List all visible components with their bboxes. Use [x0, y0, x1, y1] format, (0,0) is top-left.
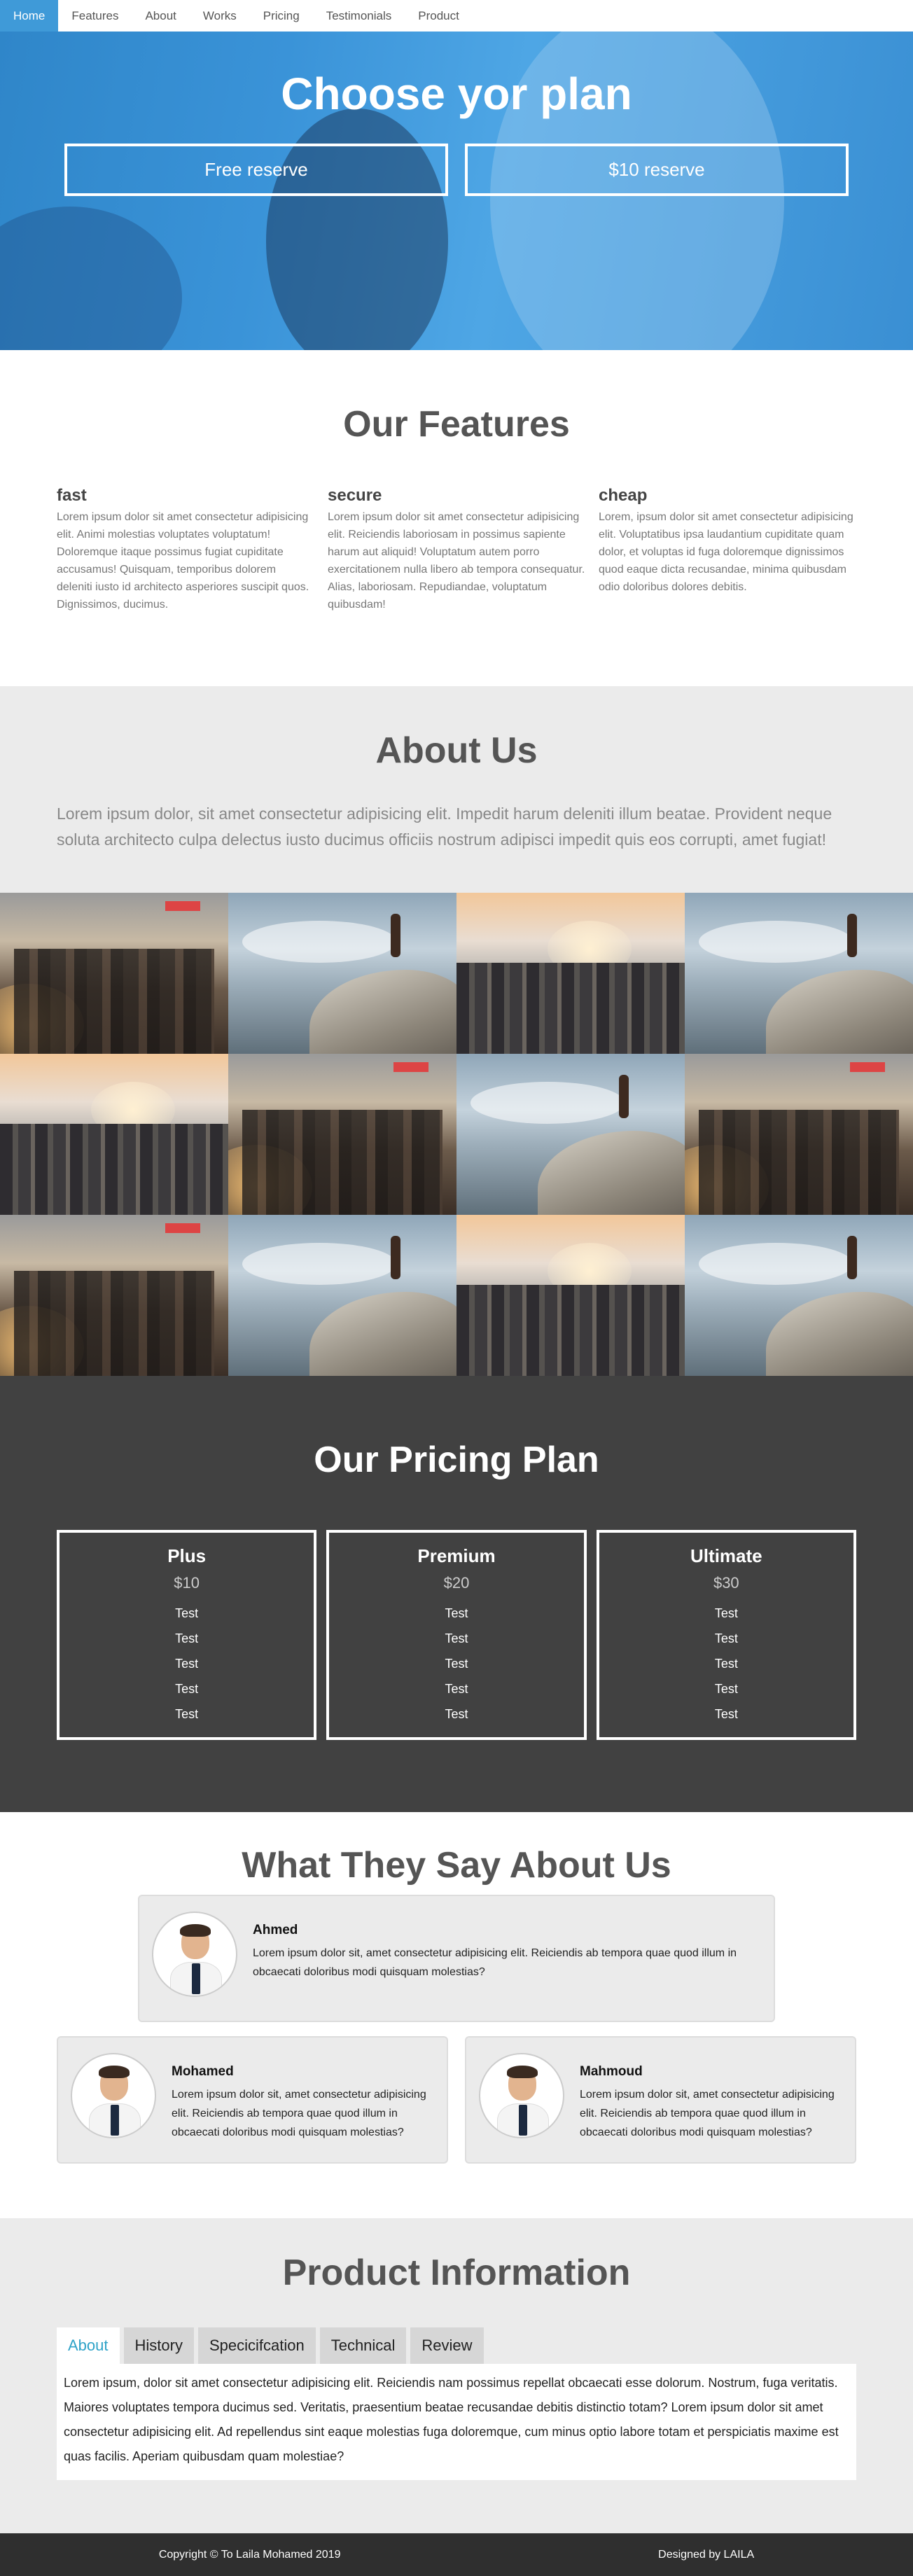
testimonials-section: What They Say About Us Ahmed Lorem ipsum… [0, 1812, 913, 2218]
nav-pricing[interactable]: Pricing [250, 0, 313, 32]
testimonial-card: Mohamed Lorem ipsum dolor sit, amet cons… [57, 2036, 448, 2164]
gallery-image-rock[interactable] [685, 1215, 913, 1376]
plan-feature: Test [175, 1707, 199, 1721]
feature-text: Lorem ipsum dolor sit amet consectetur a… [57, 511, 309, 611]
gallery-image-crowd[interactable] [0, 1215, 228, 1376]
plan-card-plus[interactable]: Plus $10 Test Test Test Test Test [57, 1530, 317, 1740]
hero-section: Choose yor plan Free reserve $10 reserve [0, 32, 913, 350]
plan-feature: Test [445, 1707, 468, 1721]
features-title: Our Features [343, 404, 570, 445]
feature-fast: fast Lorem ipsum dolor sit amet consecte… [57, 486, 314, 613]
plan-feature: Test [445, 1606, 468, 1620]
hero-title: Choose yor plan [281, 69, 632, 119]
plan-card-premium[interactable]: Premium $20 Test Test Test Test Test [326, 1530, 587, 1740]
tab-technical[interactable]: Technical [319, 2327, 407, 2364]
plan-price: $10 [174, 1574, 200, 1592]
feature-text: Lorem ipsum dolor sit amet consectetur a… [328, 511, 585, 611]
product-title: Product Information [282, 2253, 631, 2293]
plan-price: $20 [443, 1574, 470, 1592]
avatar [479, 2053, 564, 2138]
testimonial-text: Lorem ipsum dolor sit, amet consectetur … [172, 2089, 426, 2138]
plan-feature: Test [714, 1631, 738, 1645]
testimonials-title: What They Say About Us [242, 1845, 671, 1886]
works-gallery [0, 893, 913, 1376]
tab-about[interactable]: About [57, 2327, 120, 2364]
plan-feature: Test [445, 1682, 468, 1696]
avatar [71, 2053, 156, 2138]
nav-home[interactable]: Home [0, 0, 59, 32]
about-section: About Us Lorem ipsum dolor, sit amet con… [0, 686, 913, 893]
paid-reserve-button[interactable]: $10 reserve [465, 144, 849, 196]
tab-review[interactable]: Review [410, 2327, 484, 2364]
plan-feature: Test [714, 1657, 738, 1671]
gallery-image-city[interactable] [456, 1215, 685, 1376]
testimonial-card: Ahmed Lorem ipsum dolor sit, amet consec… [138, 1895, 775, 2022]
gallery-image-crowd[interactable] [228, 1054, 456, 1215]
testimonial-card: Mahmoud Lorem ipsum dolor sit, amet cons… [465, 2036, 856, 2164]
gallery-image-crowd[interactable] [0, 893, 228, 1054]
footer: Copyright © To Laila Mohamed 2019 Design… [0, 2533, 913, 2576]
feature-title: fast [57, 486, 87, 505]
gallery-image-rock[interactable] [456, 1054, 685, 1215]
pricing-title: Our Pricing Plan [314, 1440, 599, 1480]
plan-feature: Test [175, 1606, 199, 1620]
avatar [152, 1912, 237, 1997]
free-reserve-button[interactable]: Free reserve [64, 144, 448, 196]
testimonial-text: Lorem ipsum dolor sit, amet consectetur … [253, 1947, 737, 1978]
plan-name: Ultimate [690, 1545, 762, 1566]
gallery-image-rock[interactable] [228, 893, 456, 1054]
testimonial-text: Lorem ipsum dolor sit, amet consectetur … [580, 2089, 835, 2138]
plan-feature: Test [445, 1631, 468, 1645]
plan-name: Premium [417, 1545, 496, 1566]
product-tabs: About History Specicifcation Technical R… [0, 2327, 913, 2364]
tab-specification[interactable]: Specicifcation [197, 2327, 316, 2364]
testimonial-name: Ahmed [253, 1923, 298, 1937]
testimonial-name: Mahmoud [580, 2064, 643, 2079]
nav-testimonials[interactable]: Testimonials [313, 0, 405, 32]
plan-card-ultimate[interactable]: Ultimate $30 Test Test Test Test Test [596, 1530, 856, 1740]
gallery-image-rock[interactable] [228, 1215, 456, 1376]
plan-feature: Test [445, 1657, 468, 1671]
plan-price: $30 [713, 1574, 739, 1592]
plan-feature: Test [175, 1657, 199, 1671]
testimonial-name: Mohamed [172, 2064, 234, 2079]
tab-panel: Lorem ipsum, dolor sit amet consectetur … [57, 2364, 856, 2480]
feature-title: cheap [599, 486, 648, 505]
feature-cheap: cheap Lorem, ipsum dolor sit amet consec… [599, 486, 856, 613]
nav-product[interactable]: Product [405, 0, 473, 32]
hero-background-machine [0, 207, 182, 350]
footer-credit: Designed by LAILA [658, 2548, 755, 2561]
plan-feature: Test [714, 1682, 738, 1696]
feature-secure: secure Lorem ipsum dolor sit amet consec… [328, 486, 585, 613]
pricing-section: Our Pricing Plan Plus $10 Test Test Test… [0, 1376, 913, 1812]
plan-feature: Test [175, 1682, 199, 1696]
plan-feature: Test [714, 1606, 738, 1620]
feature-text: Lorem, ipsum dolor sit amet consectetur … [599, 511, 853, 593]
gallery-image-city[interactable] [456, 893, 685, 1054]
gallery-image-crowd[interactable] [685, 1054, 913, 1215]
gallery-image-city[interactable] [0, 1054, 228, 1215]
top-nav: Home Features About Works Pricing Testim… [0, 0, 913, 32]
features-section: Our Features fast Lorem ipsum dolor sit … [0, 350, 913, 686]
plan-feature: Test [714, 1707, 738, 1721]
plan-feature: Test [175, 1631, 199, 1645]
gallery-image-rock[interactable] [685, 893, 913, 1054]
feature-title: secure [328, 486, 382, 505]
nav-about[interactable]: About [132, 0, 189, 32]
product-section: Product Information About History Specic… [0, 2218, 913, 2533]
tab-history[interactable]: History [123, 2327, 194, 2364]
about-title: About Us [375, 730, 538, 771]
plan-name: Plus [167, 1545, 207, 1566]
about-text: Lorem ipsum dolor, sit amet consectetur … [57, 805, 832, 849]
nav-features[interactable]: Features [58, 0, 132, 32]
footer-copyright: Copyright © To Laila Mohamed 2019 [158, 2548, 341, 2561]
nav-works[interactable]: Works [190, 0, 250, 32]
